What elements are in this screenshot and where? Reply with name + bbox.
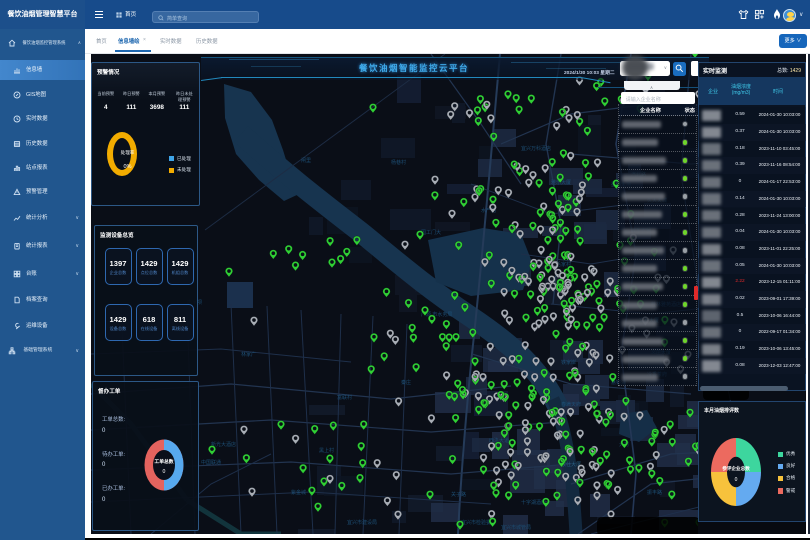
svg-text:关子路: 关子路 (451, 491, 466, 498)
svg-text:0: 0 (163, 469, 166, 475)
svg-text:振丰路: 振丰路 (647, 489, 662, 496)
svg-text:富联村: 富联村 (337, 394, 352, 401)
svg-text:林家广: 林家广 (241, 351, 256, 358)
svg-text:国工门大: 国工门大 (421, 229, 441, 236)
svg-text:黑上村: 黑上村 (319, 447, 334, 454)
svg-text:春满天府: 春满天府 (561, 401, 581, 408)
svg-text:中国联通: 中国联通 (201, 459, 221, 466)
svg-text:0: 0 (734, 477, 737, 483)
svg-text:秦庄: 秦庄 (401, 379, 411, 386)
svg-text:宜兴市建设局: 宜兴市建设局 (347, 519, 377, 526)
svg-text:宜兴市检验委: 宜兴市检验委 (461, 519, 491, 526)
svg-text:闸里: 闸里 (301, 157, 311, 164)
svg-text:参评企业总数: 参评企业总数 (722, 465, 750, 472)
svg-text:杨巷村: 杨巷村 (391, 159, 406, 166)
svg-text:铁家岸: 铁家岸 (561, 359, 576, 366)
svg-text:工单总数: 工单总数 (154, 458, 173, 465)
svg-text:紫金城: 紫金城 (291, 489, 306, 496)
svg-text:宜兴市城管局: 宜兴市城管局 (501, 524, 531, 531)
svg-text:宜兴万科酒店: 宜兴万科酒店 (521, 145, 551, 152)
